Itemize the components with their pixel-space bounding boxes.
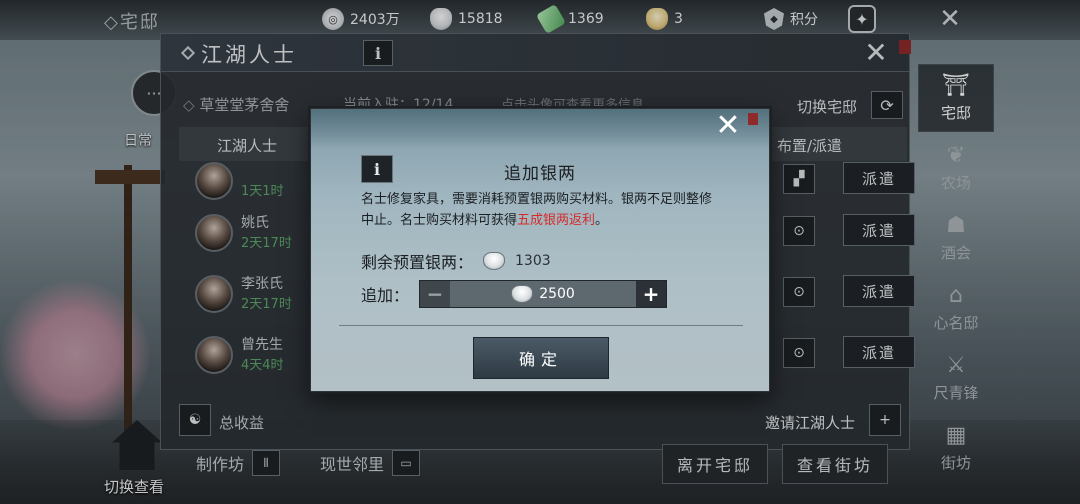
seal-icon — [748, 113, 758, 125]
minus-icon[interactable]: − — [420, 281, 450, 307]
quantity-stepper: − 2500 + — [419, 280, 668, 308]
remaining-label: 剩余预置银两： — [361, 253, 474, 272]
add-value: 2500 — [539, 286, 575, 302]
add-label: 追加： — [361, 286, 410, 305]
divider — [339, 325, 743, 326]
dialog-description: 名士修复家具，需要消耗预置银两购买材料。银两不足则整修中止。名士购买材料可获得五… — [361, 189, 721, 231]
add-silver-dialog: ✕ i 追加银两 名士修复家具，需要消耗预置银两购买材料。银两不足则整修中止。名… — [310, 108, 770, 392]
silver-ingot-icon — [511, 285, 534, 303]
silver-ingot-icon — [483, 252, 506, 270]
desc-end: 。 — [595, 213, 609, 228]
plus-icon[interactable]: + — [636, 281, 667, 307]
landscape-banner — [311, 109, 769, 149]
add-silver-row: 追加： − 2500 + — [361, 279, 668, 309]
close-icon[interactable]: ✕ — [713, 111, 743, 141]
remaining-value: 1303 — [515, 253, 551, 269]
confirm-button[interactable]: 确定 — [473, 337, 609, 379]
quantity-value[interactable]: 2500 — [450, 281, 637, 307]
remaining-silver: 剩余预置银两： 1303 — [361, 249, 551, 273]
dialog-title: 追加银两 — [504, 164, 576, 184]
desc-highlight: 五成银两返利 — [517, 213, 596, 228]
